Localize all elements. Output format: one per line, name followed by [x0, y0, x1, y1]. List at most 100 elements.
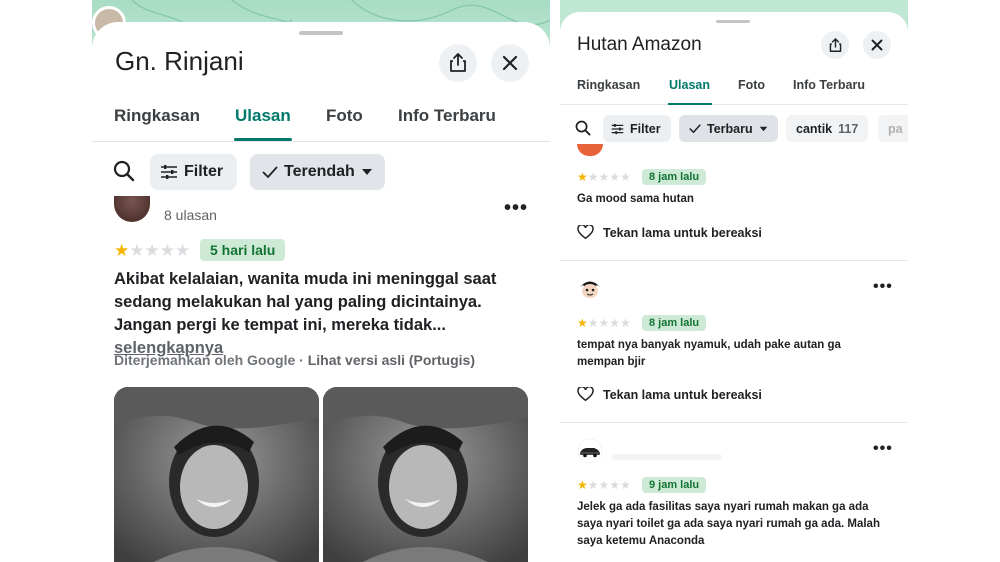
check-icon [689, 124, 701, 133]
screenshot-stage: Gn. Rinjani Ringkasan Ulasan Foto Info T… [0, 0, 1000, 562]
view-original-link[interactable]: Lihat versi asli (Portugis) [308, 352, 475, 368]
translated-by-label: Diterjemahkan oleh Google [114, 352, 296, 368]
share-button[interactable] [821, 31, 849, 59]
tab-foto[interactable]: Foto [738, 78, 765, 92]
filter-icon [611, 123, 624, 134]
tab-info-terbaru[interactable]: Info Terbaru [398, 106, 496, 126]
review-text: Akibat kelalaian, wanita muda ini mening… [114, 268, 534, 360]
tab-foto[interactable]: Foto [326, 106, 363, 126]
topic-label: pa [888, 121, 903, 136]
star-empty-icon: ★ [620, 316, 631, 330]
tab-ulasan[interactable]: Ulasan [235, 106, 291, 126]
review-text: Ga mood sama hutan [577, 193, 694, 205]
left-place-sheet: Gn. Rinjani Ringkasan Ulasan Foto Info T… [92, 22, 550, 562]
review-rating: ★ ★ ★ ★ ★ [577, 479, 631, 491]
caret-down-icon [759, 126, 767, 131]
review-text: Jelek ga ada fasilitas saya nyari rumah … [577, 501, 880, 547]
avatar-car-icon [577, 438, 603, 464]
star-empty-icon: ★ [144, 241, 160, 260]
heart-icon [577, 387, 594, 402]
star-empty-icon: ★ [598, 478, 610, 492]
active-tab-indicator [668, 103, 712, 105]
tab-ringkasan[interactable]: Ringkasan [577, 78, 640, 92]
star-empty-icon: ★ [598, 316, 610, 330]
reviewer-review-count: 8 ulasan [164, 207, 217, 223]
topic-count: 117 [838, 121, 859, 136]
check-icon [262, 166, 278, 178]
star-empty-icon: ★ [587, 316, 599, 330]
review-time-badge: 8 jam lalu [642, 315, 707, 331]
review-rating: ★ ★ ★ ★ ★ [577, 317, 631, 329]
react-label: Tekan lama untuk bereaksi [603, 387, 762, 402]
tab-bar: Ringkasan Ulasan Foto Info Terbaru [560, 72, 908, 105]
search-reviews-button[interactable] [575, 120, 591, 141]
place-title: Gn. Rinjani [115, 46, 244, 76]
review-time-badge: 9 jam lalu [642, 477, 707, 493]
reviewer-avatar[interactable] [577, 438, 603, 464]
filter-icon [161, 165, 177, 179]
reviewer-avatar[interactable] [577, 276, 603, 302]
review-time-badge: 5 hari lalu [200, 239, 286, 261]
tab-ulasan[interactable]: Ulasan [669, 78, 710, 92]
topic-label: cantik [796, 121, 833, 136]
star-empty-icon: ★ [609, 170, 621, 184]
drag-handle[interactable] [299, 31, 343, 35]
reviewer-avatar[interactable] [577, 144, 603, 156]
tab-ringkasan[interactable]: Ringkasan [114, 106, 200, 126]
close-button[interactable] [491, 44, 529, 82]
close-button[interactable] [863, 31, 891, 59]
review-photo[interactable] [323, 387, 528, 562]
reviewer-avatar[interactable] [114, 196, 150, 222]
separator: · [295, 352, 308, 368]
share-icon [450, 53, 466, 72]
reviewer-name-placeholder [612, 454, 722, 460]
heart-icon [577, 225, 594, 240]
react-button[interactable]: Tekan lama untuk bereaksi [577, 225, 762, 240]
star-empty-icon: ★ [159, 241, 175, 260]
star-filled-icon: ★ [114, 241, 130, 260]
react-label: Tekan lama untuk bereaksi [603, 225, 762, 240]
right-place-sheet: Hutan Amazon Ringkasan Ulasan Foto Info … [560, 12, 908, 562]
review-divider [560, 260, 908, 261]
more-options-button[interactable]: ••• [873, 440, 893, 458]
star-empty-icon: ★ [598, 170, 610, 184]
active-tab-indicator [234, 138, 292, 141]
caret-down-icon [361, 169, 372, 175]
review-photo[interactable] [114, 387, 319, 562]
star-filled-icon: ★ [577, 478, 588, 492]
react-button[interactable]: Tekan lama untuk bereaksi [577, 387, 762, 402]
sort-dropdown[interactable]: Terbaru [679, 115, 778, 142]
photo-woman-smiling [114, 387, 319, 562]
star-empty-icon: ★ [620, 170, 631, 184]
close-icon [502, 55, 518, 71]
tab-info-terbaru[interactable]: Info Terbaru [793, 78, 865, 92]
sort-dropdown[interactable]: Terendah [250, 154, 385, 190]
more-options-button[interactable]: ••• [873, 278, 893, 296]
topic-chip-cantik[interactable]: cantik 117 [786, 115, 869, 142]
share-button[interactable] [439, 44, 477, 82]
share-icon [829, 37, 841, 52]
place-title: Hutan Amazon [577, 34, 702, 55]
star-empty-icon: ★ [620, 478, 631, 492]
more-options-button[interactable]: ••• [504, 197, 528, 220]
search-icon [575, 120, 591, 136]
star-empty-icon: ★ [175, 241, 191, 260]
filter-button[interactable]: Filter [603, 115, 671, 142]
review-body: Akibat kelalaian, wanita muda ini mening… [114, 270, 497, 334]
filter-button[interactable]: Filter [150, 154, 238, 190]
search-icon [113, 160, 135, 182]
tab-bar: Ringkasan Ulasan Foto Info Terbaru [92, 102, 550, 142]
star-empty-icon: ★ [609, 316, 621, 330]
review-text: tempat nya banyak nyamuk, udah pake auta… [577, 339, 841, 368]
review-rating: ★ ★ ★ ★ ★ [577, 171, 631, 183]
search-reviews-button[interactable] [113, 160, 135, 187]
drag-handle[interactable] [716, 20, 750, 23]
sort-label: Terendah [284, 163, 355, 180]
review-divider [560, 422, 908, 423]
filter-label: Filter [630, 121, 661, 136]
star-filled-icon: ★ [577, 170, 588, 184]
review-rating: ★ ★ ★ ★ ★ [114, 242, 190, 259]
filter-label: Filter [184, 163, 224, 180]
star-filled-icon: ★ [577, 316, 588, 330]
topic-chip-partial[interactable]: pa [878, 115, 908, 142]
